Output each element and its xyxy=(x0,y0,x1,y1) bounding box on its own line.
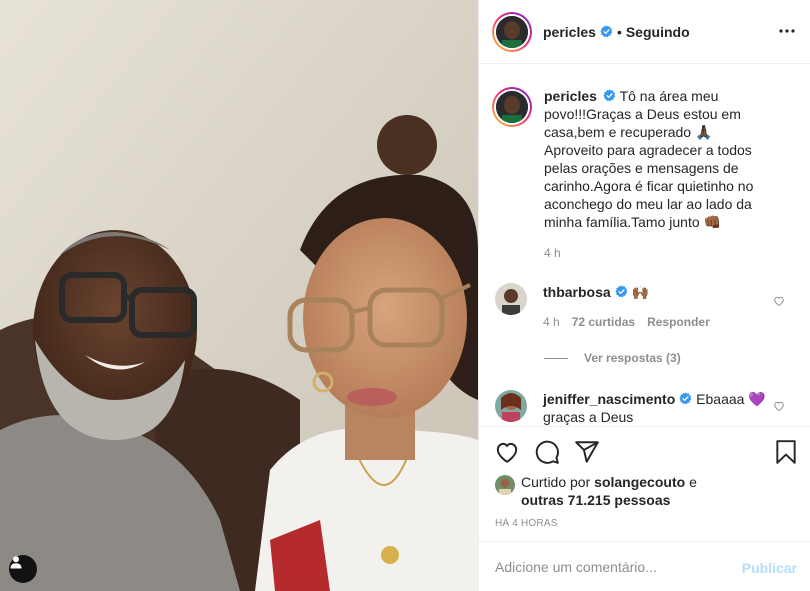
likes-summary: Curtido por solangecouto e outras 71.215… xyxy=(495,473,795,509)
comment-text: 🙌🏾 xyxy=(631,284,650,300)
commenter-avatar[interactable] xyxy=(495,283,527,315)
post-side-panel: pericles • Seguindo pericles Tô na área … xyxy=(478,0,810,591)
liker-avatar[interactable] xyxy=(495,475,515,495)
caption-avatar-inner xyxy=(494,89,530,125)
following-button[interactable]: Seguindo xyxy=(626,24,690,40)
reply-button[interactable]: Responder xyxy=(647,313,710,331)
commenter-username[interactable]: jeniffer_nascimento xyxy=(543,391,675,407)
caption-body: pericles Tô na área meu povo!!!Graças a … xyxy=(544,87,774,262)
caption-text: Tô na área meu povo!!!Graças a Deus esto… xyxy=(544,88,754,230)
user-tag-icon xyxy=(10,556,22,569)
comment-body: thbarbosa 🙌🏾 4 h 72 curtidas Responder xyxy=(543,283,771,331)
user-tag-button[interactable] xyxy=(9,555,37,583)
comments-list[interactable]: pericles Tô na área meu povo!!!Graças a … xyxy=(479,65,810,425)
verified-badge-icon xyxy=(615,285,627,298)
share-icon[interactable] xyxy=(574,439,600,465)
instagram-post: pericles • Seguindo pericles Tô na área … xyxy=(0,0,810,591)
comment-icon[interactable] xyxy=(534,439,560,465)
header-separator: • xyxy=(616,23,622,40)
post-photo-illustration xyxy=(0,0,478,591)
verified-badge-icon xyxy=(679,392,692,405)
verified-badge-icon xyxy=(603,89,616,102)
comment-input[interactable] xyxy=(495,558,735,575)
commenter-username[interactable]: thbarbosa xyxy=(543,284,611,300)
post-header: pericles • Seguindo xyxy=(479,0,810,64)
post-photo[interactable] xyxy=(0,0,478,591)
commenter-avatar[interactable] xyxy=(495,390,527,422)
liker-username[interactable]: solangecouto xyxy=(594,474,685,490)
author-avatar-image xyxy=(496,15,528,48)
caption-age[interactable]: 4 h xyxy=(544,244,774,262)
bookmark-icon[interactable] xyxy=(773,439,799,465)
author-username[interactable]: pericles xyxy=(543,24,596,40)
view-replies-label: Ver respostas (3) xyxy=(584,351,681,365)
author-avatar-inner xyxy=(494,13,530,50)
caption-author-avatar[interactable] xyxy=(492,87,532,127)
heart-icon[interactable] xyxy=(494,439,520,465)
post-timestamp[interactable]: Há 4 horas xyxy=(495,518,558,529)
comment-likes-count[interactable]: 72 curtidas xyxy=(572,313,635,331)
post-caption: pericles Tô na área meu povo!!!Graças a … xyxy=(492,87,802,262)
caption-username[interactable]: pericles xyxy=(544,88,597,104)
likes-others-count[interactable]: outras 71.215 pessoas xyxy=(521,492,670,508)
comment-item: jeniffer_nascimento Ebaaaa 💜 graças a De… xyxy=(495,390,795,425)
comment-item: thbarbosa 🙌🏾 4 h 72 curtidas Responder xyxy=(495,283,795,331)
likes-text: Curtido por solangecouto e outras 71.215… xyxy=(521,473,697,509)
post-actions-bar xyxy=(479,426,810,476)
add-comment-bar: Publicar xyxy=(479,541,810,591)
likes-prefix: Curtido por xyxy=(521,474,591,490)
comment-like-icon[interactable] xyxy=(773,400,785,412)
verified-badge-icon xyxy=(600,25,613,38)
comment-age[interactable]: 4 h xyxy=(543,313,560,331)
caption-avatar-image xyxy=(496,91,528,123)
likes-conjunction: e xyxy=(689,474,697,490)
author-avatar[interactable] xyxy=(492,11,532,52)
publish-button[interactable]: Publicar xyxy=(742,560,797,576)
comment-like-icon[interactable] xyxy=(773,295,785,307)
view-replies-button[interactable]: Ver respostas (3) xyxy=(544,351,681,365)
replies-divider xyxy=(544,357,568,359)
comment-body: jeniffer_nascimento Ebaaaa 💜 graças a De… xyxy=(543,390,771,425)
more-options-icon xyxy=(779,29,795,33)
more-options-button[interactable] xyxy=(778,22,796,40)
comment-meta: 4 h 72 curtidas Responder xyxy=(543,313,771,331)
